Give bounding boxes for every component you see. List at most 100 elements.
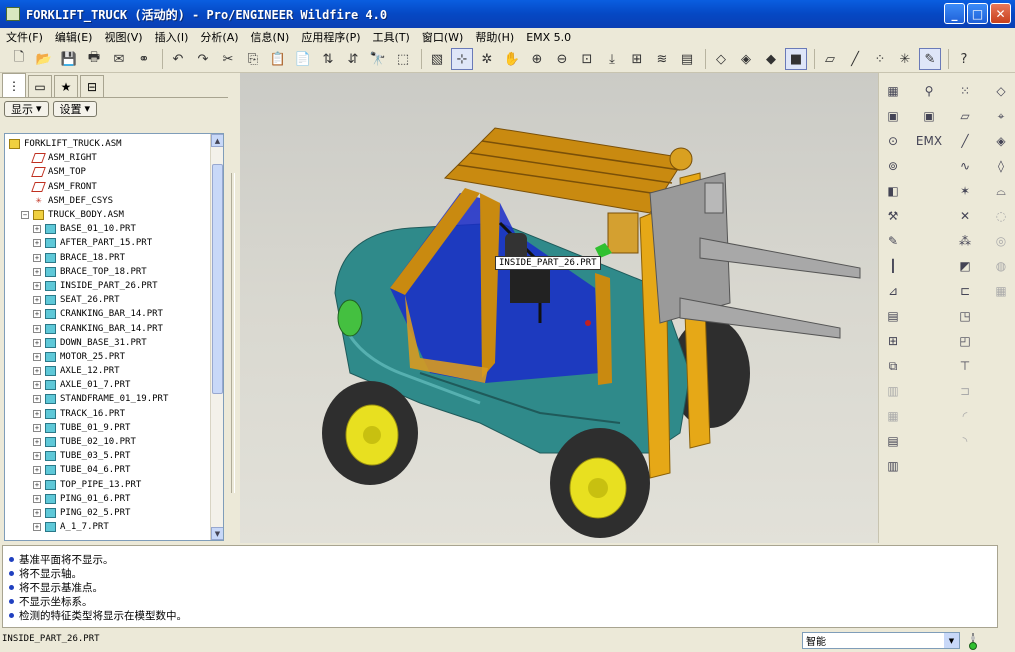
datum-axes-icon[interactable]: ╱ — [844, 48, 866, 70]
point-array-icon[interactable]: ⁂ — [955, 231, 975, 251]
save-icon[interactable]: 💾 — [58, 48, 80, 70]
pipe-icon[interactable]: ⊚ — [883, 156, 903, 176]
emx-icon[interactable]: EMX — [916, 131, 942, 151]
view-manager-icon[interactable]: ▤ — [676, 48, 698, 70]
model-tree-tab[interactable]: ⋮ — [2, 73, 26, 97]
plane-tool-icon[interactable]: ◇ — [991, 81, 1011, 101]
scroll-thumb[interactable] — [212, 164, 223, 394]
repaint-icon[interactable]: ▧ — [426, 48, 448, 70]
model-tree-item[interactable]: + DOWN_BASE_31.PRT — [5, 336, 223, 350]
model-tree-item[interactable]: + BRACE_TOP_18.PRT — [5, 265, 223, 279]
email-icon[interactable]: ✉ — [108, 48, 130, 70]
close-button[interactable]: ✕ — [990, 3, 1011, 24]
selection-filter-select[interactable]: 智能 ▼ — [802, 632, 960, 649]
expand-icon[interactable]: + — [33, 338, 41, 347]
expand-icon[interactable]: + — [33, 480, 41, 489]
refit-icon[interactable]: ⊡ — [576, 48, 598, 70]
surface-icon[interactable]: ◈ — [991, 131, 1011, 151]
expand-icon[interactable]: + — [33, 267, 41, 276]
model-tree-item[interactable]: + AFTER_PART_15.PRT — [5, 236, 223, 250]
model-tree-item[interactable]: + CRANKING_BAR_14.PRT — [5, 321, 223, 335]
cut-icon[interactable]: ✂ — [217, 48, 239, 70]
analysis-icon[interactable]: ✕ — [955, 206, 975, 226]
layer-icon[interactable]: ▤ — [883, 306, 903, 326]
create-component-icon[interactable]: ▣ — [883, 106, 903, 126]
expand-icon[interactable]: + — [33, 225, 41, 234]
menu-emx[interactable]: EMX 5.0 — [520, 31, 577, 44]
model-tree-item[interactable]: + TUBE_01_9.PRT — [5, 421, 223, 435]
menu-edit[interactable]: 编辑(E) — [49, 29, 99, 45]
expand-icon[interactable]: + — [33, 324, 41, 333]
expand-icon[interactable]: + — [33, 438, 41, 447]
regenerate-icon[interactable]: ⇅ — [317, 48, 339, 70]
settings-dropdown[interactable]: 设置 ▾ — [52, 100, 98, 117]
wireframe-icon[interactable]: ◇ — [710, 48, 732, 70]
zoom-in-icon[interactable]: ⊕ — [526, 48, 548, 70]
expand-icon[interactable]: + — [33, 452, 41, 461]
expand-icon[interactable]: + — [33, 296, 41, 305]
menu-view[interactable]: 视图(V) — [98, 29, 148, 45]
view-manager-icon[interactable]: ▣ — [919, 106, 939, 126]
zoom-out-icon[interactable]: ⊖ — [551, 48, 573, 70]
model-tree-item[interactable]: + TOP_PIPE_13.PRT — [5, 478, 223, 492]
find-icon[interactable]: 🔭 — [367, 48, 389, 70]
no-hidden-icon[interactable]: ◆ — [760, 48, 782, 70]
model-tree-item[interactable]: + TUBE_04_6.PRT — [5, 463, 223, 477]
model-tree-item[interactable]: ASM_FRONT — [5, 180, 223, 194]
expand-icon[interactable]: + — [33, 381, 41, 390]
component-icon[interactable]: ◰ — [955, 331, 975, 351]
undo-icon[interactable]: ↶ — [167, 48, 189, 70]
model-tree-item[interactable]: + PING_01_6.PRT — [5, 492, 223, 506]
tree-scrollbar[interactable]: ▲ ▼ — [210, 134, 223, 540]
model-tree-item[interactable]: + TUBE_03_5.PRT — [5, 449, 223, 463]
model-tree-item[interactable]: + TRACK_16.PRT — [5, 407, 223, 421]
cut-feature-icon[interactable]: ◧ — [883, 181, 903, 201]
collapse-icon[interactable]: − — [21, 211, 29, 220]
datum-plane-icon[interactable]: ▱ — [955, 106, 975, 126]
expand-icon[interactable]: + — [33, 409, 41, 418]
show-dropdown[interactable]: 显示 ▾ — [4, 100, 49, 117]
expand-icon[interactable]: + — [33, 310, 41, 319]
scroll-up-icon[interactable]: ▲ — [211, 134, 223, 147]
datum-point-icon[interactable]: ⁙ — [955, 81, 975, 101]
connections-tab[interactable]: ⊟ — [80, 75, 104, 97]
expand-icon[interactable]: + — [33, 367, 41, 376]
splitter-grip[interactable] — [231, 173, 235, 493]
layout-icon[interactable]: ◳ — [955, 306, 975, 326]
model-tree-item[interactable]: − TRUCK_BODY.ASM — [5, 208, 223, 222]
paste-icon[interactable]: 📋 — [267, 48, 289, 70]
table-icon[interactable]: ▤ — [883, 431, 903, 451]
expand-icon[interactable]: + — [33, 523, 41, 532]
model-tree-item[interactable]: + CRANKING_BAR_14.PRT — [5, 307, 223, 321]
model-tree-item[interactable]: + STANDFRAME_01_19.PRT — [5, 392, 223, 406]
message-scrollbar[interactable] — [998, 545, 1013, 628]
tool-icon[interactable]: ┃ — [883, 256, 903, 276]
scroll-down-icon[interactable]: ▼ — [211, 527, 223, 540]
pattern-icon[interactable]: ⊞ — [883, 331, 903, 351]
print-icon[interactable]: 🖶 — [83, 48, 105, 70]
expand-icon[interactable]: + — [33, 253, 41, 262]
model-tree-item[interactable]: + MOTOR_25.PRT — [5, 350, 223, 364]
chevron-down-icon[interactable]: ▼ — [944, 633, 959, 648]
model-tree-item[interactable]: + BASE_01_10.PRT — [5, 222, 223, 236]
bill-icon[interactable]: ▥ — [883, 456, 903, 476]
sketch-icon[interactable]: ✎ — [883, 231, 903, 251]
model-tree-item[interactable]: ASM_RIGHT — [5, 151, 223, 165]
axis-tool-icon[interactable]: ⌖ — [991, 106, 1011, 126]
hidden-line-icon[interactable]: ◈ — [735, 48, 757, 70]
menu-help[interactable]: 帮助(H) — [469, 29, 520, 45]
maximize-button[interactable]: □ — [967, 3, 988, 24]
paste-special-icon[interactable]: 📄 — [292, 48, 314, 70]
model-tree-item[interactable]: + SEAT_26.PRT — [5, 293, 223, 307]
expand-icon[interactable]: + — [33, 494, 41, 503]
model-tree-item[interactable]: ✳ ASM_DEF_CSYS — [5, 194, 223, 208]
model-tree-item[interactable]: + AXLE_01_7.PRT — [5, 378, 223, 392]
regen-manager-icon[interactable]: ⇵ — [342, 48, 364, 70]
datum-planes-icon[interactable]: ▱ — [819, 48, 841, 70]
favorites-tab[interactable]: ★ — [54, 75, 78, 97]
spin-center-icon[interactable]: ⊹ — [451, 48, 473, 70]
hole-icon[interactable]: ⊙ — [883, 131, 903, 151]
expand-icon[interactable]: + — [33, 352, 41, 361]
measure-icon[interactable]: ⊿ — [883, 281, 903, 301]
coordinate-systems-icon[interactable]: ✳ — [894, 48, 916, 70]
